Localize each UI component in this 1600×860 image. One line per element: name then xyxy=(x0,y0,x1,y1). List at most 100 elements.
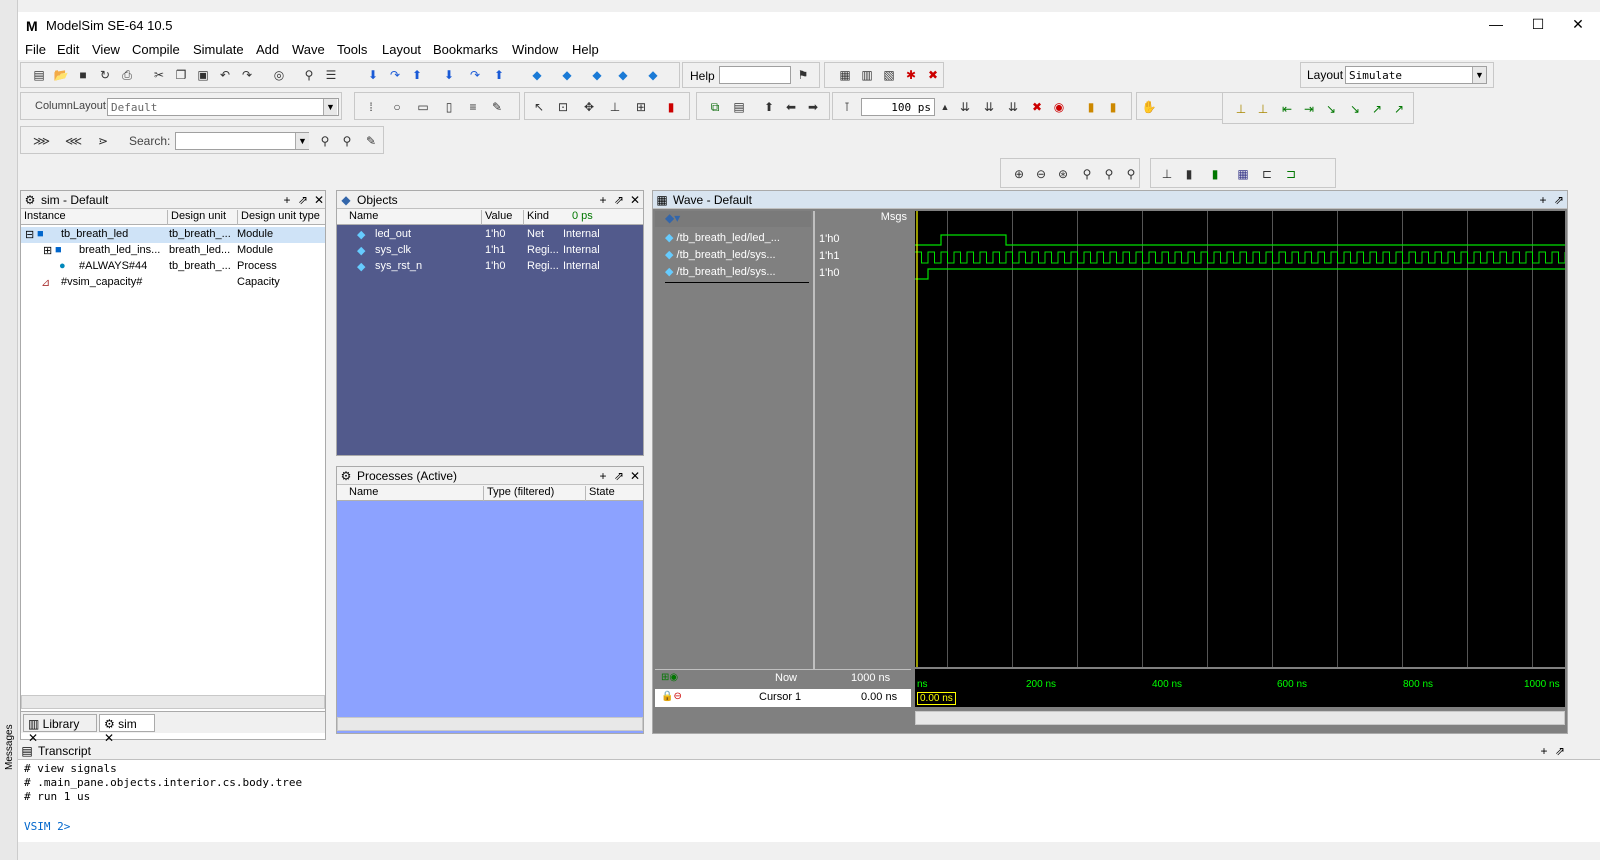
objects-undock-icon[interactable]: ⇗ xyxy=(613,193,625,207)
collapse-icon[interactable]: ☰ xyxy=(323,67,339,83)
format-logic-icon[interactable]: ▮ xyxy=(1181,166,1197,182)
filter-all-icon[interactable]: ≡ xyxy=(465,99,481,115)
cut-icon[interactable]: ✂ xyxy=(151,67,167,83)
break-sim-icon[interactable]: ✖ xyxy=(1029,99,1045,115)
menu-file[interactable]: File xyxy=(25,42,46,57)
run-icon[interactable]: ⇊ xyxy=(957,99,973,115)
menu-edit[interactable]: Edit xyxy=(57,42,79,57)
next-rising-icon[interactable]: ↗ xyxy=(1391,101,1407,117)
list-item[interactable]: ◆ sys_rst_n 1'h0 Regi... Internal xyxy=(337,259,643,275)
add-wave-icon[interactable]: ◆ xyxy=(529,67,545,83)
add-dataflow-icon[interactable]: ◆ xyxy=(589,67,605,83)
menu-simulate[interactable]: Simulate xyxy=(193,42,244,57)
profile-icon[interactable]: ▥ xyxy=(859,67,875,83)
open-icon[interactable]: 📂 xyxy=(53,67,69,83)
maximize-button[interactable]: ☐ xyxy=(1518,16,1558,36)
zoom-mode-icon[interactable]: ⊡ xyxy=(555,99,571,115)
step-out-icon[interactable]: ⬆ xyxy=(409,67,425,83)
add-memory-icon[interactable]: ◆ xyxy=(615,67,631,83)
tree-collapse-icon[interactable]: ⊟ xyxy=(25,228,34,241)
sim-hscrollbar[interactable] xyxy=(21,695,325,709)
copy-icon[interactable]: ❐ xyxy=(173,67,189,83)
format-edge-icon[interactable]: ⊏ xyxy=(1259,166,1275,182)
close-button[interactable]: ✕ xyxy=(1558,16,1598,36)
menu-layout[interactable]: Layout xyxy=(382,42,421,57)
transcript-prompt[interactable]: VSIM 2> xyxy=(24,820,70,833)
filter-in-icon[interactable]: ⁞ xyxy=(363,99,379,115)
back-icon[interactable]: ⬅ xyxy=(783,99,799,115)
select-mode-icon[interactable]: ↖ xyxy=(531,99,547,115)
hand-icon[interactable]: ✋ xyxy=(1141,99,1157,115)
restart-menu-icon[interactable]: ▤ xyxy=(731,99,747,115)
objects-add-icon[interactable]: + xyxy=(597,193,609,207)
prev-falling-icon[interactable]: ↘ xyxy=(1323,101,1339,117)
transcript-add-icon[interactable]: + xyxy=(1538,744,1550,758)
table-row[interactable]: ⊿ #vsim_capacity# Capacity xyxy=(21,275,325,291)
next-edge-icon[interactable]: ⇥ xyxy=(1301,101,1317,117)
run-length-spinner-icon[interactable]: ▲ xyxy=(937,99,953,115)
reload-icon[interactable]: ↻ xyxy=(97,67,113,83)
expand-icon[interactable]: ⋙ xyxy=(33,133,50,149)
menu-bookmarks[interactable]: Bookmarks xyxy=(433,42,498,57)
wave-signal-row[interactable]: ◆ /tb_breath_led/led_... xyxy=(665,231,780,247)
sim-undock-icon[interactable]: ⇗ xyxy=(297,193,309,207)
redo-icon[interactable]: ↷ xyxy=(239,67,255,83)
pan-mode-icon[interactable]: ✥ xyxy=(581,99,597,115)
restart-run-icon[interactable]: ⊺ xyxy=(839,99,855,115)
processes-undock-icon[interactable]: ⇗ xyxy=(613,469,625,483)
col-proc-type[interactable]: Type (filtered) xyxy=(483,486,585,501)
processes-hscrollbar[interactable] xyxy=(337,717,643,731)
stop-sim-icon[interactable]: ▮ xyxy=(663,99,679,115)
new-icon[interactable]: ▤ xyxy=(31,67,47,83)
zoom-last-icon[interactable]: ⚲ xyxy=(1123,166,1139,182)
filter-inout-icon[interactable]: ▭ xyxy=(415,99,431,115)
search-dropdown-icon[interactable]: ▼ xyxy=(295,133,309,149)
column-layout-select[interactable]: Default xyxy=(107,98,339,116)
menu-compile[interactable]: Compile xyxy=(132,42,180,57)
col-value[interactable]: Value xyxy=(481,210,523,225)
col-proc-state[interactable]: State xyxy=(585,486,643,501)
memory-icon[interactable]: ▦ xyxy=(837,67,853,83)
menu-help[interactable]: Help xyxy=(572,42,599,57)
cursor-lock-icon[interactable]: 🔒⊖ xyxy=(661,691,682,702)
collapse-all-icon[interactable]: ⋘ xyxy=(65,133,82,149)
print-icon[interactable]: ⎙ xyxy=(119,67,135,83)
col-instance[interactable]: Instance xyxy=(21,210,167,225)
sim-close-icon[interactable]: ✕ xyxy=(313,193,325,207)
tab-library[interactable]: ▥ Library ✕ xyxy=(23,714,97,745)
col-design-unit-type[interactable]: Design unit type xyxy=(237,210,329,225)
save-icon[interactable]: ■ xyxy=(75,67,91,83)
column-layout-dropdown-icon[interactable]: ▼ xyxy=(323,99,337,115)
coverage-icon[interactable]: ▧ xyxy=(881,67,897,83)
tab-sim[interactable]: ⚙ sim ✕ xyxy=(99,714,155,745)
minimize-button[interactable]: — xyxy=(1476,16,1516,36)
wave-signal-row[interactable]: ◆ /tb_breath_led/sys... xyxy=(665,265,776,281)
format-compact-icon[interactable]: ▦ xyxy=(1235,166,1251,182)
menu-add[interactable]: Add xyxy=(256,42,279,57)
undo-icon[interactable]: ↶ xyxy=(217,67,233,83)
menu-tools[interactable]: Tools xyxy=(337,42,367,57)
delete-cursor-icon[interactable]: ⊥ xyxy=(1255,101,1271,117)
wave-signal-row[interactable]: ◆ /tb_breath_led/sys... xyxy=(665,248,776,264)
zoom-full-icon[interactable]: ⊛ xyxy=(1055,166,1071,182)
zoom-out-icon[interactable]: ⊖ xyxy=(1033,166,1049,182)
zoom-range-icon[interactable]: ⚲ xyxy=(1101,166,1117,182)
performance-icon[interactable]: ▮ xyxy=(1083,99,1099,115)
zoom-cursor-icon[interactable]: ⚲ xyxy=(1079,166,1095,182)
insert-cursor-icon[interactable]: ⊥ xyxy=(1233,101,1249,117)
run-all-icon[interactable]: ⇊ xyxy=(1005,99,1021,115)
wave-canvas[interactable] xyxy=(915,211,1565,667)
step-out-2-icon[interactable]: ⬆ xyxy=(491,67,507,83)
table-row[interactable]: ● #ALWAYS#44 tb_breath_... Process xyxy=(21,259,325,275)
format-literal-icon[interactable]: ⊥ xyxy=(1159,166,1175,182)
layout-select[interactable]: Simulate xyxy=(1345,66,1487,84)
break-icon[interactable]: ✱ xyxy=(903,67,919,83)
expand-all-icon[interactable]: ⋗ xyxy=(95,133,111,149)
restart-icon[interactable]: ⧉ xyxy=(707,99,723,115)
processes-close-icon[interactable]: ✕ xyxy=(629,469,641,483)
wave-undock-icon[interactable]: ⇗ xyxy=(1553,193,1565,207)
list-item[interactable]: ◆ sys_clk 1'h1 Regi... Internal xyxy=(337,243,643,259)
table-row[interactable]: ⊞ ■ breath_led_ins... breath_led... Modu… xyxy=(21,243,325,259)
menu-wave[interactable]: Wave xyxy=(292,42,325,57)
search-prev-icon[interactable]: ⚲ xyxy=(339,133,355,149)
